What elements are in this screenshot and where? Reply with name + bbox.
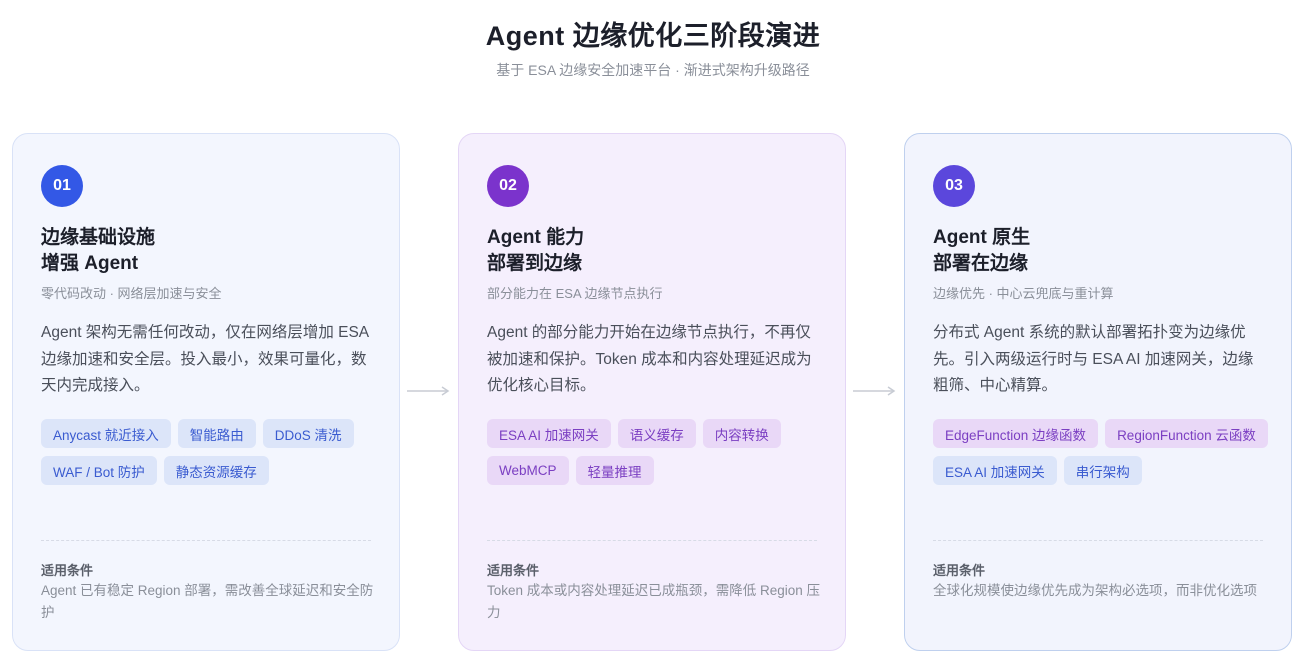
tag-list: ESA AI 加速网关 语义缓存 内容转换 WebMCP 轻量推理: [487, 419, 823, 485]
tag: 串行架构: [1063, 456, 1142, 485]
stage-description: Agent 的部分能力开始在边缘节点执行，不再仅被加速和保护。Token 成本和…: [487, 324, 812, 394]
tag-list: EdgeFunction 边缘函数 RegionFunction 云函数 ESA…: [933, 419, 1269, 485]
tag-list: Anycast 就近接入 智能路由 DDoS 清洗 WAF / Bot 防护 静…: [41, 419, 377, 485]
stage-description: Agent 架构无需任何改动，仅在网络层增加 ESA 边缘加速和安全层。投入最小…: [41, 324, 369, 394]
condition-text: Token 成本或内容处理延迟已成瓶颈，需降低 Region 压力: [487, 583, 821, 620]
stage-number-badge: 03: [933, 165, 975, 207]
stage-card-1: 01 边缘基础设施 增强 Agent 零代码改动 · 网络层加速与安全 Agen…: [12, 133, 400, 651]
stage-title-line1: Agent 能力: [487, 227, 585, 248]
stage-subtitle: 边缘优先 · 中心云兜底与重计算: [933, 286, 1114, 301]
tag: DDoS 清洗: [262, 419, 354, 448]
condition-label: 适用条件: [933, 563, 986, 578]
tag: 内容转换: [702, 419, 781, 448]
tag: ESA AI 加速网关: [487, 419, 611, 448]
divider: [41, 540, 371, 541]
stage-card-3: 03 Agent 原生 部署在边缘 边缘优先 · 中心云兜底与重计算 分布式 A…: [904, 133, 1292, 651]
stage-title-line2: 部署到边缘: [487, 253, 583, 274]
tag: Anycast 就近接入: [41, 419, 171, 448]
stage-description: 分布式 Agent 系统的默认部署拓扑变为边缘优先。引入两级运行时与 ESA A…: [933, 324, 1254, 394]
stage-title-line1: Agent 原生: [933, 227, 1031, 248]
condition-text: 全球化规模使边缘优先成为架构必选项，而非优化选项: [933, 583, 1257, 598]
arrow-right-icon: [853, 386, 896, 396]
stage-number-badge: 02: [487, 165, 529, 207]
stage-title: Agent 原生 部署在边缘: [933, 225, 1030, 277]
tag: 轻量推理: [575, 456, 654, 485]
divider: [933, 540, 1263, 541]
tag: EdgeFunction 边缘函数: [933, 419, 1099, 448]
divider: [487, 540, 817, 541]
condition-label: 适用条件: [487, 563, 540, 578]
tag: WAF / Bot 防护: [41, 456, 157, 485]
stage-subtitle: 部分能力在 ESA 边缘节点执行: [487, 286, 663, 301]
stage-title: 边缘基础设施 增强 Agent: [41, 225, 155, 277]
stage-title-line2: 部署在边缘: [933, 253, 1029, 274]
page-title: Agent 边缘优化三阶段演进: [485, 21, 821, 51]
tag: 语义缓存: [617, 419, 696, 448]
tag: ESA AI 加速网关: [933, 456, 1057, 485]
stage-title-line2: 增强 Agent: [41, 253, 139, 274]
tag: 静态资源缓存: [163, 456, 269, 485]
stage-title-line1: 边缘基础设施: [41, 227, 156, 248]
tag: RegionFunction 云函数: [1105, 419, 1268, 448]
stage-subtitle: 零代码改动 · 网络层加速与安全: [41, 286, 222, 301]
condition-text: Agent 已有稳定 Region 部署，需改善全球延迟和安全防护: [41, 583, 374, 620]
stage-number-badge: 01: [41, 165, 83, 207]
stage-title: Agent 能力 部署到边缘: [487, 225, 584, 277]
tag: 智能路由: [177, 419, 256, 448]
arrow-right-icon: [407, 386, 450, 396]
tag: WebMCP: [487, 456, 569, 485]
stage-card-2: 02 Agent 能力 部署到边缘 部分能力在 ESA 边缘节点执行 Agent…: [458, 133, 846, 651]
page-subtitle: 基于 ESA 边缘安全加速平台 · 渐进式架构升级路径: [496, 62, 810, 78]
condition-label: 适用条件: [41, 563, 94, 578]
